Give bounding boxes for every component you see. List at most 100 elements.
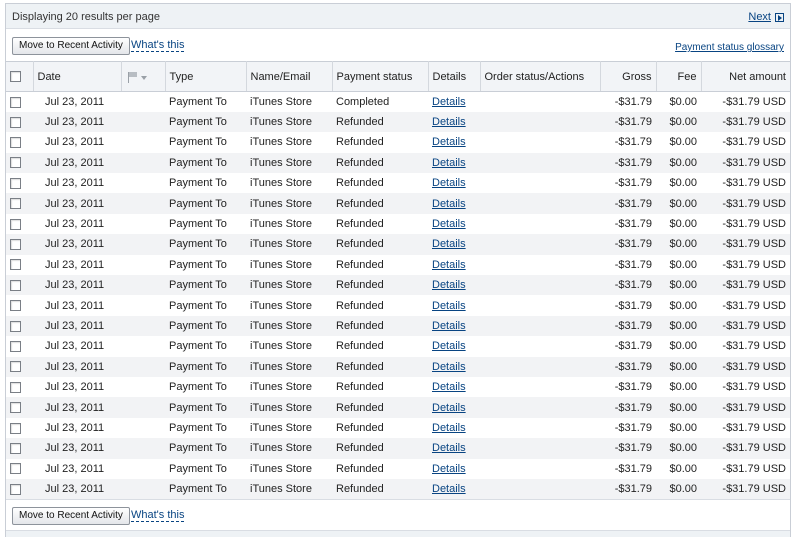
row-checkbox[interactable] — [10, 442, 21, 454]
details-link[interactable]: Details — [432, 157, 466, 169]
table-row: Jul 23, 2011 Payment To iTunes Store Refund… — [6, 295, 790, 316]
table-row: Jul 23, 2011 Payment To iTunes Store Refund… — [6, 173, 790, 194]
row-checkbox[interactable] — [10, 361, 21, 373]
row-checkbox[interactable] — [10, 320, 21, 332]
column-header-name[interactable]: Name/Email — [246, 61, 333, 92]
details-link[interactable]: Details — [432, 136, 466, 148]
flag-icon[interactable] — [126, 71, 148, 83]
column-header-order-status: Order status/Actions — [480, 61, 601, 92]
row-checkbox[interactable] — [10, 381, 21, 393]
details-link[interactable]: Details — [432, 300, 466, 312]
row-details: Details — [428, 152, 480, 174]
pagination: Next — [748, 11, 784, 23]
move-to-recent-activity-button-bottom[interactable]: Move to Recent Activity — [12, 507, 130, 525]
details-link[interactable]: Details — [432, 259, 466, 271]
row-checkbox[interactable] — [10, 116, 21, 128]
row-order-status — [480, 132, 600, 153]
row-checkbox[interactable] — [10, 96, 21, 108]
top-toolbar: Move to Recent Activity What's this Paym… — [6, 30, 790, 60]
details-link[interactable]: Details — [432, 279, 466, 291]
column-header-status[interactable]: Payment status — [332, 61, 429, 92]
row-name: iTunes Store — [246, 152, 332, 174]
details-link[interactable]: Details — [432, 402, 466, 414]
column-header-net[interactable]: Net amount — [701, 61, 790, 92]
row-net: -$31.79 USD — [701, 275, 790, 296]
row-select — [6, 417, 33, 439]
details-link[interactable]: Details — [432, 198, 466, 210]
table-header-row: Date Type Name/Email Payment status Deta… — [6, 61, 790, 92]
column-header-type[interactable]: Type — [165, 61, 247, 92]
row-date: Jul 23, 2011 — [33, 275, 121, 296]
row-date: Jul 23, 2011 — [33, 315, 121, 337]
row-net: -$31.79 USD — [701, 376, 790, 398]
whats-this-link[interactable]: What's this — [131, 40, 185, 52]
details-link[interactable]: Details — [432, 96, 466, 108]
payment-status-glossary-link[interactable]: Payment status glossary — [675, 42, 784, 53]
row-checkbox[interactable] — [10, 177, 21, 189]
row-checkbox[interactable] — [10, 259, 21, 271]
details-link[interactable]: Details — [432, 422, 466, 434]
row-gross: -$31.79 — [600, 132, 656, 153]
row-status: Completed — [332, 91, 428, 112]
row-name: iTunes Store — [246, 193, 332, 214]
details-link[interactable]: Details — [432, 238, 466, 250]
whats-this-link-bottom[interactable]: What's this — [131, 510, 185, 522]
row-checkbox[interactable] — [10, 483, 21, 495]
next-page-link[interactable]: Next — [748, 11, 771, 23]
details-link[interactable]: Details — [432, 177, 466, 189]
row-flag — [121, 234, 165, 255]
row-status: Refunded — [332, 132, 428, 153]
row-checkbox[interactable] — [10, 157, 21, 169]
row-flag — [121, 193, 165, 214]
row-select — [6, 173, 33, 194]
details-link[interactable]: Details — [432, 218, 466, 230]
row-checkbox[interactable] — [10, 198, 21, 210]
row-date: Jul 23, 2011 — [33, 254, 121, 276]
row-checkbox[interactable] — [10, 279, 21, 291]
details-link[interactable]: Details — [432, 340, 466, 352]
table-row: Jul 23, 2011 Payment To iTunes Store Refund… — [6, 356, 790, 377]
next-arrow-icon[interactable] — [775, 12, 784, 22]
row-fee: $0.00 — [656, 132, 701, 153]
row-checkbox[interactable] — [10, 463, 21, 475]
row-flag — [121, 152, 165, 174]
row-fee: $0.00 — [656, 336, 701, 357]
row-checkbox[interactable] — [10, 340, 21, 352]
details-link[interactable]: Details — [432, 463, 466, 475]
row-flag — [121, 458, 165, 479]
column-header-flag[interactable] — [121, 61, 166, 92]
row-fee: $0.00 — [656, 458, 701, 479]
row-date: Jul 23, 2011 — [33, 234, 121, 255]
row-checkbox[interactable] — [10, 218, 21, 230]
row-date: Jul 23, 2011 — [33, 376, 121, 398]
details-link[interactable]: Details — [432, 442, 466, 454]
row-checkbox[interactable] — [10, 402, 21, 414]
row-flag — [121, 132, 165, 153]
row-checkbox[interactable] — [10, 239, 21, 251]
row-order-status — [480, 295, 600, 316]
select-all-checkbox[interactable] — [10, 71, 21, 83]
row-checkbox[interactable] — [10, 422, 21, 434]
table-row: Jul 23, 2011 Payment To iTunes Store Refund… — [6, 315, 790, 337]
row-net: -$31.79 USD — [701, 254, 790, 276]
table-row: Jul 23, 2011 Payment To iTunes Store Refund… — [6, 234, 790, 255]
details-link[interactable]: Details — [432, 320, 466, 332]
row-date: Jul 23, 2011 — [33, 356, 121, 377]
details-link[interactable]: Details — [432, 381, 466, 393]
row-checkbox[interactable] — [10, 300, 21, 312]
column-header-gross[interactable]: Gross — [600, 61, 657, 92]
column-header-date[interactable]: Date — [33, 61, 122, 92]
row-order-status — [480, 397, 600, 418]
row-gross: -$31.79 — [600, 91, 656, 112]
row-checkbox[interactable] — [10, 137, 21, 149]
row-flag — [121, 213, 165, 235]
details-link[interactable]: Details — [432, 483, 466, 495]
row-name: iTunes Store — [246, 417, 332, 439]
details-link[interactable]: Details — [432, 361, 466, 373]
column-header-fee[interactable]: Fee — [656, 61, 702, 92]
row-order-status — [480, 356, 600, 377]
details-link[interactable]: Details — [432, 116, 466, 128]
row-net: -$31.79 USD — [701, 478, 790, 500]
row-gross: -$31.79 — [600, 254, 656, 276]
move-to-recent-activity-button[interactable]: Move to Recent Activity — [12, 37, 130, 55]
